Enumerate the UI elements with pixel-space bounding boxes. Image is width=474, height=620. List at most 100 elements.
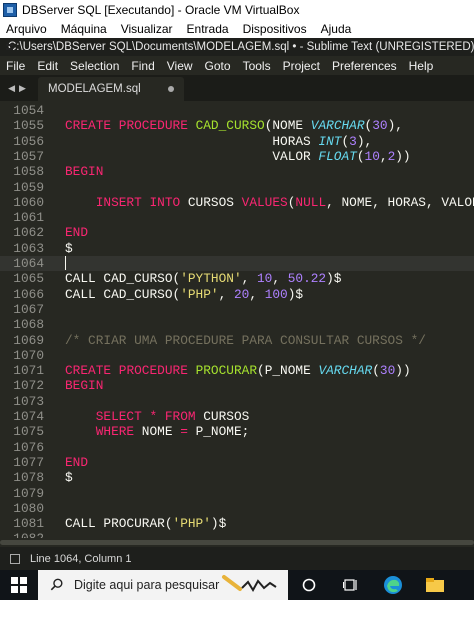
- line-number: 1082: [0, 531, 44, 538]
- code-text: END: [65, 225, 89, 241]
- code-line[interactable]: 1059: [0, 180, 474, 195]
- windows-start-icon[interactable]: [0, 570, 38, 600]
- menu-preferences[interactable]: Preferences: [332, 59, 397, 73]
- code-line[interactable]: 1081 CALL PROCURAR('PHP')$: [0, 516, 474, 531]
- code-text: HORAS INT(3),: [65, 133, 373, 149]
- code-text: BEGIN: [65, 378, 104, 394]
- menu-goto[interactable]: Goto: [205, 59, 231, 73]
- virtualbox-window-title: DBServer SQL [Executando] - Oracle VM Vi…: [22, 3, 300, 17]
- tab-nav-arrows-icon[interactable]: ◀▶: [0, 83, 38, 94]
- code-text: CALL PROCURAR('PHP')$: [65, 516, 227, 532]
- vbox-menu-maquina[interactable]: Máquina: [61, 22, 107, 36]
- edge-browser-icon[interactable]: [372, 570, 414, 600]
- code-editor[interactable]: 1054 1055 CREATE PROCEDURE CAD_CURSO(NOME …: [0, 101, 474, 538]
- menu-edit[interactable]: Edit: [37, 59, 58, 73]
- tab-bar: ◀▶ MODELAGEM.sql: [0, 75, 474, 101]
- tab-modelagem-sql[interactable]: MODELAGEM.sql: [38, 77, 184, 101]
- line-number: 1059: [13, 179, 44, 195]
- code-line[interactable]: 1066 CALL CAD_CURSO('PHP', 20, 100)$: [0, 287, 474, 302]
- status-bar: Line 1064, Column 1: [0, 547, 474, 570]
- line-number: 1069: [13, 332, 44, 348]
- code-line[interactable]: 1055 CREATE PROCEDURE CAD_CURSO(NOME VARC…: [0, 118, 474, 133]
- code-line[interactable]: 1054: [0, 103, 474, 118]
- line-number: 1073: [13, 393, 44, 409]
- code-text: CREATE PROCEDURE PROCURAR(P_NOME VARCHAR…: [65, 363, 411, 379]
- code-text: CALL CAD_CURSO('PHP', 20, 100)$: [65, 286, 304, 302]
- code-line[interactable]: 1075 WHERE NOME = P_NOME;: [0, 424, 474, 439]
- menu-selection[interactable]: Selection: [70, 59, 119, 73]
- code-line[interactable]: 1074 SELECT * FROM CURSOS: [0, 409, 474, 424]
- sublime-menu-bar: File Edit Selection Find View Goto Tools…: [0, 56, 474, 75]
- code-line[interactable]: 1057 VALOR FLOAT(10,2)): [0, 149, 474, 164]
- line-number: 1075: [13, 424, 44, 440]
- line-number: 1077: [13, 454, 44, 470]
- menu-project[interactable]: Project: [283, 59, 320, 73]
- code-line[interactable]: 1080: [0, 501, 474, 516]
- code-line[interactable]: 1056 HORAS INT(3),: [0, 134, 474, 149]
- code-line[interactable]: 1067: [0, 302, 474, 317]
- code-text: VALOR FLOAT(10,2)): [65, 148, 411, 164]
- line-number: 1068: [13, 317, 44, 333]
- menu-view[interactable]: View: [167, 59, 193, 73]
- code-line[interactable]: 1077 END: [0, 455, 474, 470]
- menu-tools[interactable]: Tools: [243, 59, 271, 73]
- line-number: 1057: [13, 148, 44, 164]
- code-line[interactable]: 1064: [0, 256, 474, 272]
- line-number: 1063: [13, 240, 44, 256]
- virtualbox-title-bar: DBServer SQL [Executando] - Oracle VM Vi…: [0, 0, 474, 20]
- horizontal-scrollbar[interactable]: [0, 538, 474, 547]
- task-view-icon[interactable]: [330, 570, 372, 600]
- code-line[interactable]: 1061: [0, 210, 474, 225]
- bottom-margin: [0, 600, 474, 620]
- tab-label: MODELAGEM.sql: [48, 83, 141, 95]
- code-line[interactable]: 1063 $: [0, 241, 474, 256]
- menu-find[interactable]: Find: [131, 59, 154, 73]
- code-line[interactable]: 1076: [0, 440, 474, 455]
- line-number: 1064: [13, 256, 44, 271]
- line-number: 1080: [13, 500, 44, 516]
- code-text: CREATE PROCEDURE CAD_CURSO(NOME VARCHAR(…: [65, 118, 403, 134]
- code-text: /* CRIAR UMA PROCEDURE PARA CONSULTAR CU…: [65, 332, 426, 348]
- unsaved-dot-icon[interactable]: [168, 86, 174, 92]
- code-text: INSERT INTO CURSOS VALUES(NULL, NOME, HO…: [95, 194, 474, 210]
- panel-toggle-icon[interactable]: [10, 553, 20, 564]
- search-highlight-icon: [222, 575, 277, 592]
- code-text: BEGIN: [65, 164, 104, 180]
- menu-help[interactable]: Help: [409, 59, 434, 73]
- code-text: CALL CAD_CURSO('PYTHON', 10, 50.22)$: [65, 271, 342, 287]
- line-number: 1078: [13, 470, 44, 486]
- code-line[interactable]: 1070: [0, 348, 474, 363]
- code-line[interactable]: 1072 BEGIN: [0, 378, 474, 393]
- code-line[interactable]: 1073: [0, 394, 474, 409]
- line-number: 1071: [13, 363, 44, 379]
- vbox-menu-entrada[interactable]: Entrada: [187, 22, 229, 36]
- file-explorer-icon[interactable]: [414, 570, 456, 600]
- line-number: 1056: [13, 133, 44, 149]
- cortana-icon[interactable]: [288, 570, 330, 600]
- code-line[interactable]: 1062 END: [0, 225, 474, 240]
- line-number: 1055: [13, 118, 44, 134]
- code-line[interactable]: 1068: [0, 317, 474, 332]
- code-line[interactable]: 1069 /* CRIAR UMA PROCEDURE PARA CONSULTA…: [0, 333, 474, 348]
- vbox-menu-ajuda[interactable]: Ajuda: [321, 22, 352, 36]
- line-number: 1076: [13, 439, 44, 455]
- scrollbar-thumb[interactable]: [0, 540, 474, 545]
- vbox-menu-visualizar[interactable]: Visualizar: [121, 22, 173, 36]
- line-number: 1066: [13, 286, 44, 302]
- code-line[interactable]: 1071 CREATE PROCEDURE PROCURAR(P_NOME VAR…: [0, 363, 474, 378]
- code-text: $: [65, 240, 73, 256]
- line-number: 1062: [13, 225, 44, 241]
- virtualbox-app-icon: [3, 3, 17, 17]
- menu-file[interactable]: File: [6, 59, 25, 73]
- taskbar-search-box[interactable]: Digite aqui para pesquisar: [38, 570, 288, 600]
- vbox-menu-dispositivos[interactable]: Dispositivos: [243, 22, 307, 36]
- line-number: 1058: [13, 164, 44, 180]
- code-text: [65, 256, 66, 271]
- vbox-menu-arquivo[interactable]: Arquivo: [6, 22, 47, 36]
- code-line[interactable]: 1060 INSERT INTO CURSOS VALUES(NULL, NOM…: [0, 195, 474, 210]
- code-line[interactable]: 1079: [0, 486, 474, 501]
- code-line[interactable]: 1078 $: [0, 470, 474, 485]
- code-line[interactable]: 1058 BEGIN: [0, 164, 474, 179]
- code-line[interactable]: 1065 CALL CAD_CURSO('PYTHON', 10, 50.22)$: [0, 271, 474, 286]
- code-line[interactable]: 1082: [0, 531, 474, 538]
